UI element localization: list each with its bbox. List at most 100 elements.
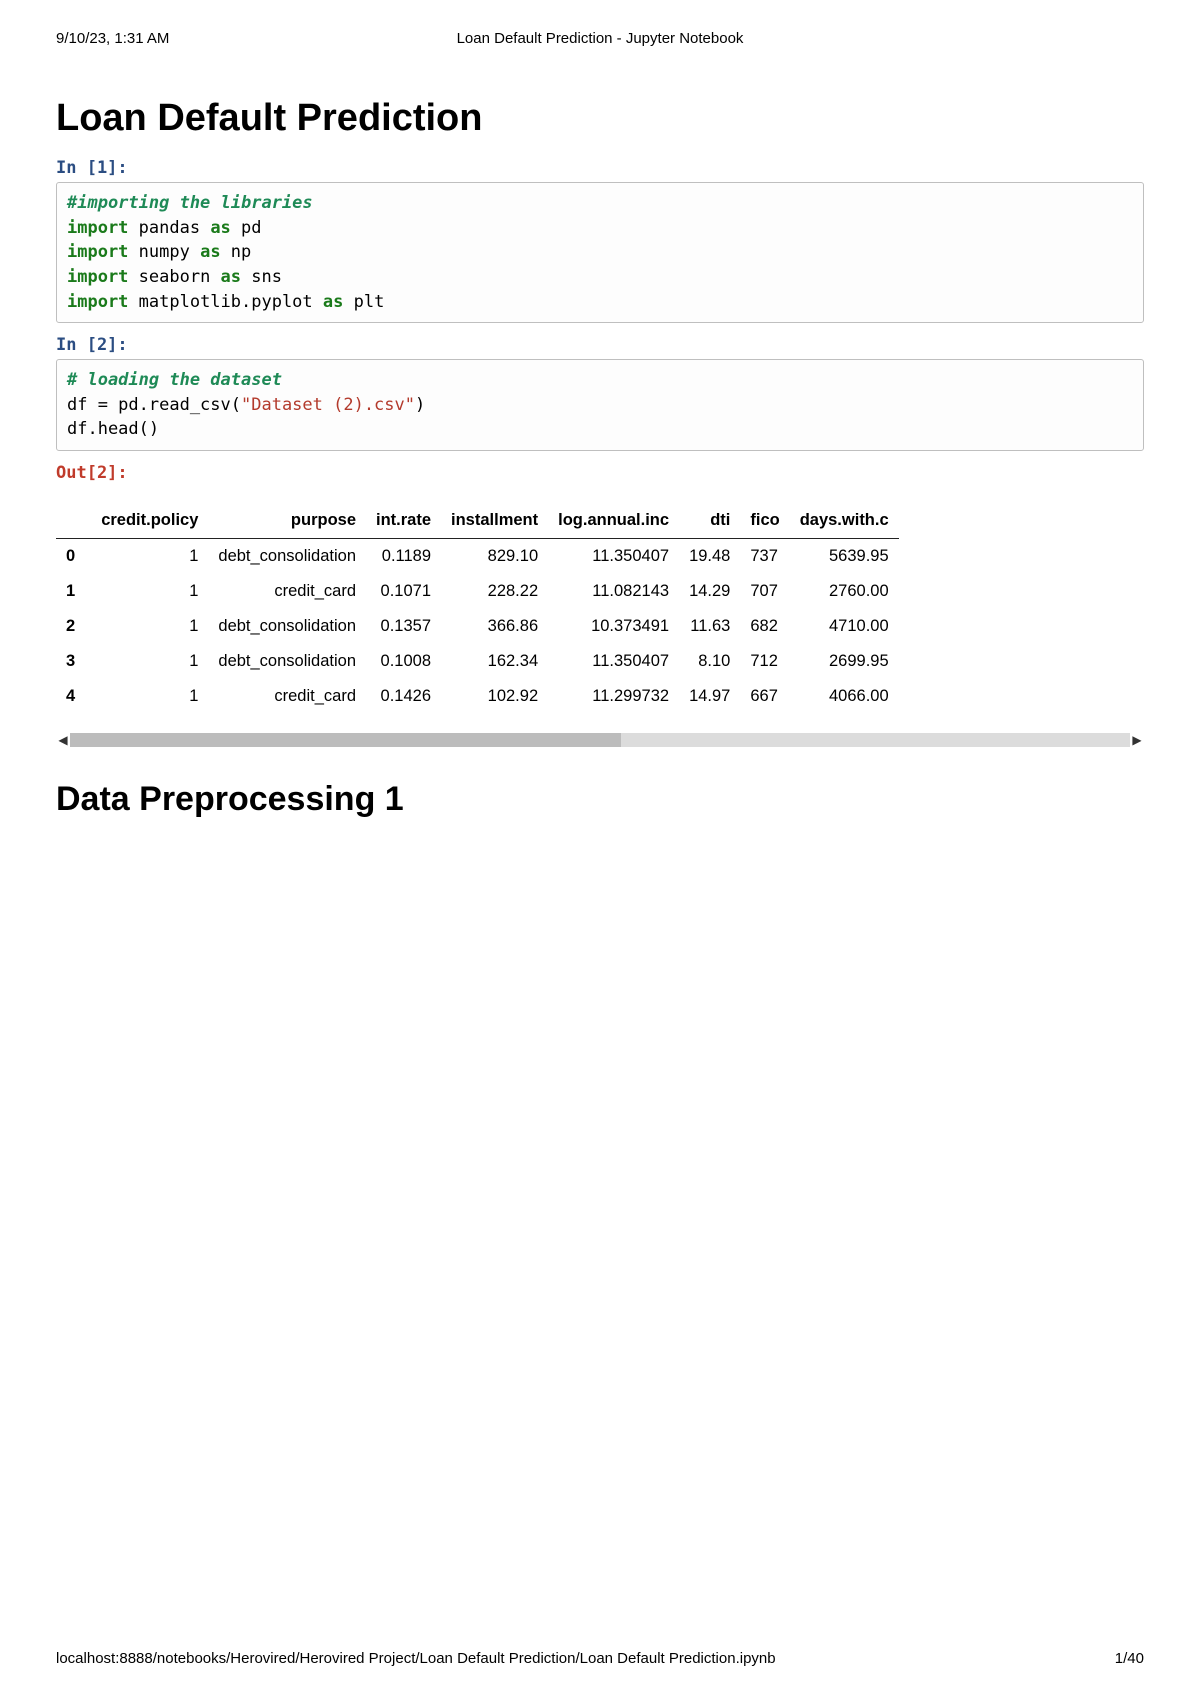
cell: 0.1008	[366, 644, 441, 679]
code-text: sns	[241, 267, 282, 287]
cell: 667	[740, 679, 789, 714]
cell: 19.48	[679, 539, 740, 575]
cell: 4066.00	[790, 679, 899, 714]
table-body: 0 1 debt_consolidation 0.1189 829.10 11.…	[56, 539, 899, 715]
row-index: 0	[56, 539, 91, 575]
code-keyword: as	[221, 267, 241, 287]
cell: 10.373491	[548, 609, 679, 644]
table-header-row: credit.policy purpose int.rate installme…	[56, 503, 899, 539]
cell: 11.350407	[548, 644, 679, 679]
code-comment: # loading the dataset	[67, 370, 282, 390]
code-string: "Dataset (2).csv"	[241, 395, 415, 415]
cell: 14.97	[679, 679, 740, 714]
col-purpose: purpose	[208, 503, 366, 539]
dataframe-output: credit.policy purpose int.rate installme…	[56, 493, 1144, 750]
col-int-rate: int.rate	[366, 503, 441, 539]
print-header: 9/10/23, 1:31 AM	[56, 30, 1144, 47]
col-credit-policy: credit.policy	[91, 503, 208, 539]
cell: 0.1189	[366, 539, 441, 575]
cell: 0.1426	[366, 679, 441, 714]
code-keyword: import	[67, 218, 128, 238]
code-keyword: import	[67, 267, 128, 287]
code-text: df = pd.read_csv(	[67, 395, 241, 415]
code-text: plt	[343, 292, 384, 312]
section-heading: Data Preprocessing 1	[56, 780, 1144, 819]
code-text: matplotlib.pyplot	[128, 292, 322, 312]
table-row: 0 1 debt_consolidation 0.1189 829.10 11.…	[56, 539, 899, 575]
table-row: 3 1 debt_consolidation 0.1008 162.34 11.…	[56, 644, 899, 679]
cell: 0.1357	[366, 609, 441, 644]
cell: 366.86	[441, 609, 548, 644]
cell: 1	[91, 574, 208, 609]
scroll-right-icon[interactable]: ▶	[1130, 733, 1144, 747]
code-keyword: as	[323, 292, 343, 312]
horizontal-scrollbar[interactable]: ◀ ▶	[56, 730, 1144, 750]
cell: 162.34	[441, 644, 548, 679]
scroll-thumb[interactable]	[70, 733, 621, 747]
cell: credit_card	[208, 679, 366, 714]
row-index: 3	[56, 644, 91, 679]
footer-page: 1/40	[1115, 1650, 1144, 1667]
cell: 11.350407	[548, 539, 679, 575]
code-text: pandas	[128, 218, 210, 238]
col-days-with-c: days.with.c	[790, 503, 899, 539]
code-text: )	[415, 395, 425, 415]
code-text: pd	[231, 218, 262, 238]
cell: 1	[91, 679, 208, 714]
input-prompt-1: In [1]:	[56, 158, 1144, 178]
cell: 829.10	[441, 539, 548, 575]
scroll-left-icon[interactable]: ◀	[56, 733, 70, 747]
code-cell-2[interactable]: # loading the dataset df = pd.read_csv("…	[56, 359, 1144, 451]
row-index: 2	[56, 609, 91, 644]
code-text: df.head()	[67, 419, 159, 439]
cell: 5639.95	[790, 539, 899, 575]
row-index: 1	[56, 574, 91, 609]
cell: 11.082143	[548, 574, 679, 609]
output-prompt-2: Out[2]:	[56, 463, 1144, 483]
cell: 2699.95	[790, 644, 899, 679]
page-title: Loan Default Prediction	[56, 97, 1144, 140]
scroll-track[interactable]	[70, 733, 1130, 747]
cell: debt_consolidation	[208, 644, 366, 679]
code-text: numpy	[128, 242, 200, 262]
footer-url: localhost:8888/notebooks/Herovired/Herov…	[56, 1650, 776, 1667]
cell: 1	[91, 539, 208, 575]
table-row: 4 1 credit_card 0.1426 102.92 11.299732 …	[56, 679, 899, 714]
print-footer: localhost:8888/notebooks/Herovired/Herov…	[56, 1650, 1144, 1667]
cell: 1	[91, 644, 208, 679]
code-text: seaborn	[128, 267, 220, 287]
cell: credit_card	[208, 574, 366, 609]
input-prompt-2: In [2]:	[56, 335, 1144, 355]
dataframe-table: credit.policy purpose int.rate installme…	[56, 503, 899, 714]
col-fico: fico	[740, 503, 789, 539]
cell: 14.29	[679, 574, 740, 609]
cell: 228.22	[441, 574, 548, 609]
cell: 2760.00	[790, 574, 899, 609]
cell: 1	[91, 609, 208, 644]
cell: 8.10	[679, 644, 740, 679]
cell: 11.299732	[548, 679, 679, 714]
code-keyword: as	[200, 242, 220, 262]
table-row: 1 1 credit_card 0.1071 228.22 11.082143 …	[56, 574, 899, 609]
code-comment: #importing the libraries	[67, 193, 313, 213]
cell: 0.1071	[366, 574, 441, 609]
cell: 682	[740, 609, 789, 644]
row-index: 4	[56, 679, 91, 714]
col-dti: dti	[679, 503, 740, 539]
col-installment: installment	[441, 503, 548, 539]
col-log-annual-inc: log.annual.inc	[548, 503, 679, 539]
cell: 102.92	[441, 679, 548, 714]
code-text: np	[221, 242, 252, 262]
code-cell-1[interactable]: #importing the libraries import pandas a…	[56, 182, 1144, 323]
cell: 707	[740, 574, 789, 609]
cell: debt_consolidation	[208, 609, 366, 644]
table-row: 2 1 debt_consolidation 0.1357 366.86 10.…	[56, 609, 899, 644]
code-keyword: import	[67, 292, 128, 312]
cell: debt_consolidation	[208, 539, 366, 575]
cell: 712	[740, 644, 789, 679]
code-keyword: import	[67, 242, 128, 262]
print-timestamp: 9/10/23, 1:31 AM	[56, 30, 169, 47]
cell: 11.63	[679, 609, 740, 644]
code-keyword: as	[210, 218, 230, 238]
cell: 737	[740, 539, 789, 575]
